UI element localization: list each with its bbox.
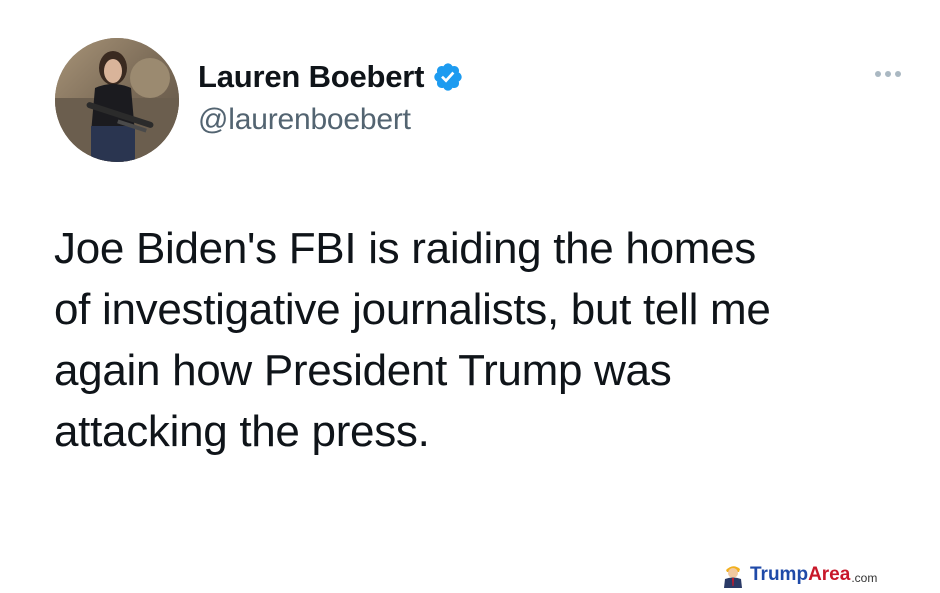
author-name-row: Lauren Boebert [198,56,464,98]
tweet-text: Joe Biden's FBI is raiding the homes of … [54,224,771,456]
profile-photo-icon [55,38,179,162]
watermark-brand-area: Area [808,564,851,585]
watermark-brand-suffix: .com [851,570,878,585]
verified-badge-icon [432,61,464,93]
watermark-brand-trump: Trump [750,564,809,585]
more-options-icon[interactable] [870,64,910,84]
tweet-card: Lauren Boebert @laurenboebert Joe Biden'… [0,0,940,591]
trump-figure-icon [720,562,746,588]
watermark: Trump Area .com [720,562,877,588]
author-display-name[interactable]: Lauren Boebert [198,59,424,95]
avatar[interactable] [55,38,179,162]
author-handle[interactable]: @laurenboebert [198,103,411,137]
